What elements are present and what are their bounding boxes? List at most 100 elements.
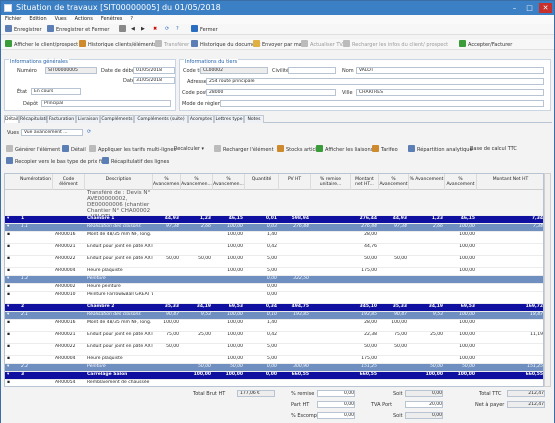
column-header[interactable]: % Avancement <box>379 174 409 190</box>
refresh-button[interactable]: ⟳ <box>165 25 169 34</box>
transfer-button[interactable]: Transférer <box>155 40 189 49</box>
recap-lines-button[interactable]: Récapitulatif des lignes <box>102 157 169 166</box>
table-row[interactable]: ▾ 2.2 Peinture 50,00 50,00 0,00 300,90 151,25 50… <box>5 364 543 372</box>
ville-field[interactable]: CHARTRES <box>356 89 544 96</box>
prev-button[interactable]: ◀ <box>131 25 135 34</box>
code-postal-field[interactable]: 28000 <box>206 89 336 96</box>
reglement-select[interactable] <box>220 100 544 107</box>
table-row[interactable]: ▪ AR00004 Heure plaquiste 100,00 5,00 175,00 1… <box>5 356 543 364</box>
tva-port-field[interactable]: 20,00 <box>405 401 443 408</box>
table-row[interactable]: ▪ AR00054 Remblaiement de chaussée <box>5 380 543 386</box>
date-field[interactable]: 31/05/2018 <box>133 77 175 84</box>
tab-facturation[interactable]: Facturation <box>47 115 76 123</box>
doc-history-button[interactable]: Historique du document <box>191 40 260 49</box>
column-header[interactable]: % Avancement <box>409 174 445 190</box>
reload-client-button[interactable]: Recharger les infos du client/ prospect <box>343 40 448 49</box>
links-button[interactable]: Afficher les liaisons <box>316 145 373 154</box>
email-button[interactable]: Envoyer par mail <box>253 40 305 49</box>
analytic-button[interactable]: Répartition analytique <box>408 145 473 154</box>
depot-select[interactable]: Principal <box>41 100 171 107</box>
table-row[interactable]: ▾ 2.1 Réalisation des cloisons 90,47 9,53 100… <box>5 312 543 320</box>
menu-fenetres[interactable]: Fenêtres <box>97 15 127 24</box>
history-button[interactable]: Historique clients/éléments <box>79 40 156 49</box>
menu-actions[interactable]: Actions <box>71 15 97 24</box>
help-button[interactable]: ? <box>176 25 179 34</box>
date-debut-field[interactable]: 01/05/2018 <box>133 67 175 74</box>
delete-button[interactable]: ✖ <box>153 25 157 34</box>
accept-button[interactable]: Accepter/Facturer <box>459 40 512 49</box>
escompte-field[interactable]: 0,00 <box>317 412 355 419</box>
tab-detail[interactable]: Détail <box>4 115 19 123</box>
tab-complements[interactable]: Compléments <box>100 115 134 123</box>
table-row[interactable]: ▪ AR00004 Heure plaquiste 100,00 5,00 175,00 1… <box>5 268 543 276</box>
recalculate-button[interactable]: Recalculer ▾ <box>174 145 204 154</box>
menu-help[interactable]: ? <box>126 15 137 24</box>
views-select[interactable]: Vue avancement ... <box>21 129 83 136</box>
tab-notes[interactable]: Notes <box>244 115 264 123</box>
column-header[interactable]: % Avancement <box>445 174 477 190</box>
tarifeo-button[interactable]: Tarifeo <box>372 145 398 154</box>
tab-acomptes[interactable]: Acomptes <box>188 115 214 123</box>
table-row[interactable]: ▪ AR00022 Enduit pour joint en pâte AXTON,… <box>5 256 543 268</box>
views-refresh-icon[interactable]: ⟳ <box>87 128 91 137</box>
table-row[interactable]: ▪ AR00022 Enduit pour joint en pâte AXTON,… <box>5 344 543 356</box>
etat-select[interactable]: En cours <box>31 88 81 95</box>
adresse-field[interactable]: 254 route principale <box>206 78 544 85</box>
table-row[interactable]: ▾ 1.2 Peinture 0,00 322,50 <box>5 276 543 284</box>
generate-element-button[interactable]: Générer l'élément <box>6 145 60 154</box>
vertical-scrollbar[interactable] <box>544 173 551 387</box>
table-row[interactable]: ▪ AR00002 Heure peinture 0,00 <box>5 284 543 292</box>
close-window-button[interactable]: ✕ <box>539 3 552 13</box>
numero-field[interactable]: SIT00000005 <box>45 67 97 74</box>
column-header[interactable]: PV HT <box>279 174 311 190</box>
table-row[interactable]: ▾ 3 Carrelage Salon 100,00 100,00 0,00 660,55 6… <box>5 372 543 380</box>
table-row[interactable]: ▾ 2 Chambre 2 35,33 34,19 69,53 0,34 494,75 345,… <box>5 304 543 312</box>
civilite-select[interactable] <box>288 67 336 74</box>
apply-tarifs-button[interactable]: Appliquer les tarifs multi-lignes <box>89 145 176 154</box>
maximize-button[interactable]: □ <box>523 3 536 13</box>
code-tiers-field[interactable]: CL00002 <box>200 67 268 74</box>
table-row[interactable]: ▪ AR00021 Enduit pour joint en pâte AXTON,… <box>5 244 543 256</box>
expand-icon[interactable]: ▾ <box>7 276 17 282</box>
table-row[interactable]: ▪ AR00010 Peinture Farrow&Ball GREAT WHITE… <box>5 292 543 304</box>
column-header[interactable]: Description <box>85 174 153 190</box>
column-header[interactable]: Numérotation <box>19 174 53 190</box>
expand-icon[interactable]: ▾ <box>7 216 17 222</box>
detail-button[interactable]: Détail <box>62 145 86 154</box>
table-row[interactable]: Transféré de : Devis N° AVE00000002, DE0… <box>5 190 543 216</box>
expand-icon[interactable]: ▾ <box>7 304 17 310</box>
tab-livraison[interactable]: Livraison <box>76 115 100 123</box>
remise-field[interactable]: 0,00 <box>317 390 355 397</box>
table-row[interactable]: ▪ AR00021 Enduit pour joint en pâte AXTON,… <box>5 332 543 344</box>
tab-recapitulatif[interactable]: Récapitulatif <box>19 115 48 123</box>
column-header[interactable]: Code élément <box>53 174 85 190</box>
nom-field[interactable]: VALOT <box>356 67 544 74</box>
copy-down-button[interactable]: Recopier vers le bas type de prix fixe <box>6 157 108 166</box>
expand-icon[interactable]: ▾ <box>7 364 17 370</box>
next-button[interactable]: ▶ <box>141 25 145 34</box>
column-header[interactable]: Montant net HT... <box>351 174 379 190</box>
table-row[interactable]: ▪ AR00016 Mont de 48/35 mm NF, long. 2.49m… <box>5 320 543 332</box>
reload-element-button[interactable]: Recharger l'élément <box>214 145 274 154</box>
tab-complements-suite[interactable]: Compléments (suite) <box>134 115 188 123</box>
table-row[interactable]: ▾ 1.1 Réalisation des cloisons 97,34 2,66 100… <box>5 224 543 232</box>
expand-icon[interactable]: ▾ <box>7 224 17 230</box>
menu-vues[interactable]: Vues <box>51 15 71 24</box>
column-header[interactable]: Quantité <box>245 174 279 190</box>
part-ht-field[interactable]: 0,00 <box>317 401 355 408</box>
show-client-button[interactable]: Afficher le client/prospect <box>5 40 78 49</box>
column-header[interactable]: Montant Net HT <box>477 174 543 190</box>
expand-icon[interactable]: ▾ <box>7 372 17 378</box>
table-row[interactable]: ▪ AR00016 Mont de 48/35 mm NF, long. 2.49m… <box>5 232 543 244</box>
print-button[interactable] <box>119 25 128 34</box>
close-button[interactable]: Fermer <box>191 25 218 34</box>
expand-icon[interactable]: ▾ <box>7 312 17 318</box>
column-header[interactable]: % remise unitaire... <box>311 174 351 190</box>
column-header[interactable]: % Avancemen... <box>213 174 245 190</box>
menu-edition[interactable]: Edition <box>25 15 50 24</box>
tab-lettres-type[interactable]: Lettres type <box>214 115 244 123</box>
stocks-button[interactable]: Stocks article <box>277 145 320 154</box>
column-header[interactable]: % Avancemen... <box>181 174 213 190</box>
tva-button[interactable]: Actualiser TVA <box>301 40 346 49</box>
menu-fichier[interactable]: Fichier <box>1 15 25 24</box>
